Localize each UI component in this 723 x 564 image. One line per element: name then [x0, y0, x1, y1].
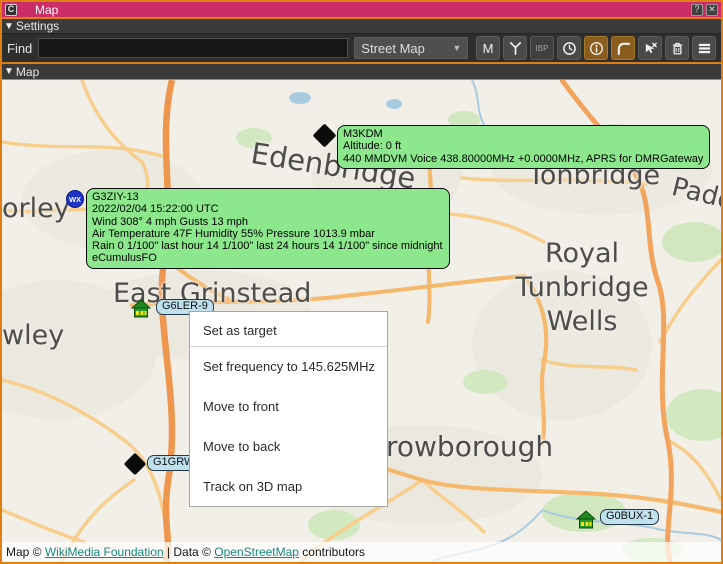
- place-label: rowborough: [386, 430, 553, 463]
- antenna-icon: [508, 41, 523, 56]
- app-icon: C: [5, 4, 17, 16]
- context-menu-item-set-as-target[interactable]: Set as target: [190, 318, 387, 343]
- delete-button[interactable]: [665, 36, 689, 60]
- curve-icon: [616, 41, 631, 56]
- info-button[interactable]: [584, 36, 608, 60]
- station-marker-g3ziy-wx[interactable]: WX: [66, 190, 84, 208]
- station-marker-g6ler[interactable]: [131, 299, 151, 319]
- chevron-down-icon: ▼: [452, 43, 461, 53]
- house-icon: [131, 299, 151, 319]
- time-button[interactable]: [557, 36, 581, 60]
- hamburger-menu-icon: [697, 41, 712, 56]
- clear-selection-button[interactable]: [638, 36, 662, 60]
- station-label-g0bux[interactable]: G0BUX-1: [600, 509, 659, 525]
- popup-line: Altitude: 0 ft: [343, 140, 703, 152]
- attribution-text: contributors: [299, 545, 365, 559]
- toolbar-buttons: M IBP: [476, 36, 716, 60]
- curve-button[interactable]: [611, 36, 635, 60]
- place-label-line: Wells: [492, 305, 672, 339]
- toolbar: Find Street Map ▼ M IBP: [2, 34, 721, 64]
- map-window: C Map ? ✕ ▼ Settings Find Street Map ▼ M…: [0, 0, 723, 564]
- map-section-label: Map: [16, 65, 39, 79]
- place-label-line: Royal: [492, 237, 672, 271]
- settings-section-label: Settings: [16, 19, 59, 33]
- station-marker-g0bux[interactable]: [576, 510, 596, 530]
- collapse-arrow-icon: ▼: [4, 66, 14, 77]
- station-popup-g3ziy: G3ZIY-13 2022/02/04 15:22:00 UTC Wind 30…: [86, 188, 450, 269]
- popup-line: M3KDM: [343, 128, 703, 140]
- place-label: orley: [2, 193, 70, 224]
- wx-icon: WX: [69, 195, 81, 204]
- close-button[interactable]: ✕: [706, 4, 718, 16]
- title-bar: C Map ? ✕: [2, 2, 721, 19]
- place-label-line: Tunbridge: [492, 271, 672, 305]
- clear-selection-icon: [643, 41, 658, 56]
- map-layer-select[interactable]: Street Map ▼: [354, 37, 468, 59]
- attribution-bar: Map © WikiMedia Foundation | Data © Open…: [2, 542, 721, 562]
- attribution-text: Map ©: [6, 545, 45, 559]
- map-layer-value: Street Map: [361, 41, 425, 56]
- context-menu-item-move-to-back[interactable]: Move to back: [190, 426, 387, 466]
- settings-section-header[interactable]: ▼ Settings: [2, 19, 721, 34]
- popup-line: Wind 308° 4 mph Gusts 13 mph: [92, 216, 443, 228]
- antenna-button[interactable]: [503, 36, 527, 60]
- find-label: Find: [7, 41, 32, 56]
- collapse-arrow-icon: ▼: [4, 21, 14, 32]
- messages-button[interactable]: M: [476, 36, 500, 60]
- map-section-header[interactable]: ▼ Map: [2, 64, 721, 80]
- popup-line: Air Temperature 47F Humidity 55% Pressur…: [92, 228, 443, 240]
- popup-line: 2022/02/04 15:22:00 UTC: [92, 203, 443, 215]
- info-icon: [589, 41, 604, 56]
- station-popup-m3kdm: M3KDM Altitude: 0 ft 440 MMDVM Voice 438…: [337, 125, 710, 169]
- popup-line: Rain 0 1/100" last hour 14 1/100" last 2…: [92, 240, 443, 252]
- house-icon: [576, 510, 596, 530]
- context-menu-item-track-3d[interactable]: Track on 3D map: [190, 466, 387, 506]
- trash-icon: [670, 41, 685, 56]
- context-menu: Set as target Set frequency to 145.625MH…: [189, 311, 388, 507]
- place-label: Royal Tunbridge Wells: [492, 237, 672, 339]
- popup-line: G3ZIY-13: [92, 191, 443, 203]
- menu-button[interactable]: [692, 36, 716, 60]
- context-menu-item-set-frequency[interactable]: Set frequency to 145.625MHz: [190, 347, 387, 387]
- clock-icon: [562, 41, 577, 56]
- wikimedia-link[interactable]: WikiMedia Foundation: [45, 545, 164, 559]
- help-button[interactable]: ?: [691, 4, 703, 16]
- ibp-button[interactable]: IBP: [530, 36, 554, 60]
- place-label: wley: [2, 320, 64, 351]
- find-input[interactable]: [38, 38, 348, 58]
- map-canvas[interactable]: orley wley Edenbridge Tonbridge Paddo Ro…: [2, 80, 721, 562]
- window-title: Map: [35, 3, 688, 17]
- context-menu-item-move-to-front[interactable]: Move to front: [190, 387, 387, 427]
- popup-line: eCumulusFO: [92, 252, 443, 264]
- attribution-text: | Data ©: [164, 545, 215, 559]
- popup-line: 440 MMDVM Voice 438.80000MHz +0.0000MHz,…: [343, 153, 703, 165]
- openstreetmap-link[interactable]: OpenStreetMap: [214, 545, 299, 559]
